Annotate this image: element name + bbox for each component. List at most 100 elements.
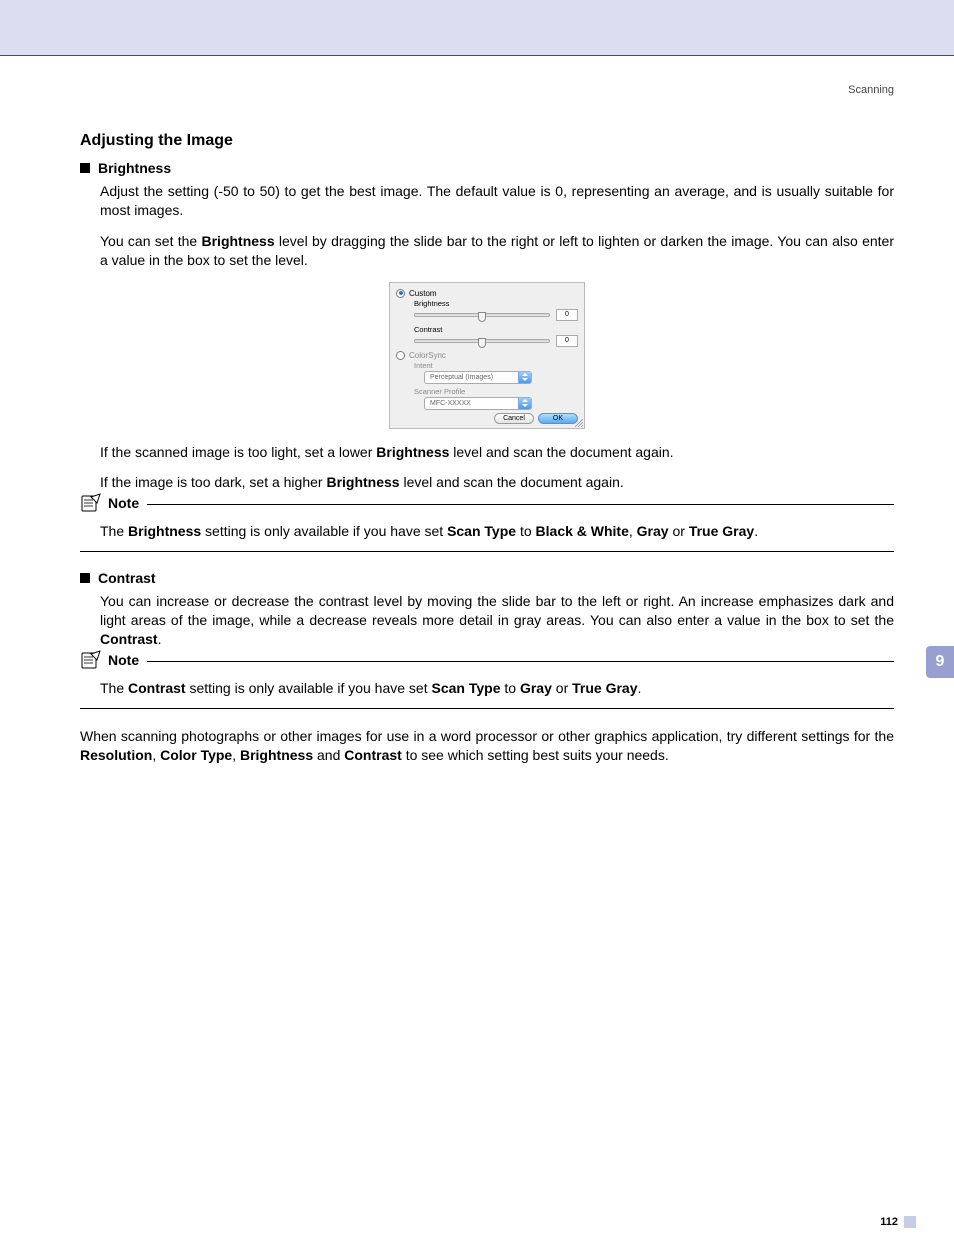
- brightness-heading: Brightness: [80, 160, 894, 176]
- dialog-screenshot: Custom Brightness 0 Contrast 0: [80, 282, 894, 429]
- text: If the scanned image is too light, set a…: [100, 444, 376, 460]
- document-header-bar: [0, 0, 954, 56]
- text: setting is only available if you have se…: [201, 523, 447, 539]
- cancel-button[interactable]: Cancel: [494, 413, 534, 424]
- adjust-image-dialog: Custom Brightness 0 Contrast 0: [389, 282, 585, 429]
- contrast-slider-label: Contrast: [414, 325, 578, 334]
- brightness-slider-label: Brightness: [414, 299, 578, 308]
- text: You can set the: [100, 233, 202, 249]
- text: The: [100, 523, 128, 539]
- brightness-para-2: You can set the Brightness level by drag…: [100, 232, 894, 270]
- custom-radio-label: Custom: [409, 289, 437, 298]
- chapter-tab: 9: [926, 646, 954, 678]
- bold-text: Color Type: [160, 747, 232, 763]
- text: When scanning photographs or other image…: [80, 728, 894, 744]
- dialog-buttons: Cancel OK: [396, 413, 578, 424]
- text: You can increase or decrease the contras…: [100, 593, 894, 628]
- radio-off-icon: [396, 351, 405, 360]
- section-heading: Adjusting the Image: [80, 132, 894, 150]
- brightness-slider[interactable]: [414, 313, 550, 317]
- ok-button[interactable]: OK: [538, 413, 578, 424]
- intent-label: Intent: [414, 361, 578, 370]
- text: .: [638, 680, 642, 696]
- page-number-accent: [904, 1216, 916, 1228]
- scanner-profile-label: Scanner Profile: [414, 387, 578, 396]
- text: ,: [152, 747, 160, 763]
- page-number: 112: [880, 1216, 898, 1228]
- slider-thumb-icon: [478, 312, 486, 322]
- colorsync-radio-row[interactable]: ColorSync: [396, 351, 578, 360]
- text: If the image is too dark, set a higher: [100, 474, 326, 490]
- note-label: Note: [108, 652, 139, 668]
- brightness-slider-section: Brightness 0 Contrast 0: [396, 299, 578, 347]
- note-body-contrast: The Contrast setting is only available i…: [100, 679, 894, 698]
- brightness-para-4: If the image is too dark, set a higher B…: [100, 473, 894, 492]
- bold-text: Gray: [637, 523, 669, 539]
- note-icon: [80, 493, 102, 513]
- text: to: [516, 523, 535, 539]
- dropdown-arrow-icon: [518, 398, 531, 409]
- bold-text: Gray: [520, 680, 552, 696]
- running-head: Scanning: [0, 84, 954, 96]
- scanner-profile-value: MFC-XXXXX: [425, 398, 518, 409]
- text: and: [313, 747, 344, 763]
- bold-text: Brightness: [326, 474, 399, 490]
- text: or: [552, 680, 572, 696]
- bold-text: Brightness: [128, 523, 201, 539]
- note-block-contrast: Note The Contrast setting is only availa…: [80, 661, 894, 709]
- colorsync-block: Intent Perceptual (Images) Scanner Profi…: [396, 361, 578, 410]
- note-block-brightness: Note The Brightness setting is only avai…: [80, 504, 894, 552]
- bold-text: Scan Type: [432, 680, 501, 696]
- note-label: Note: [108, 495, 139, 511]
- brightness-para-1: Adjust the setting (-50 to 50) to get th…: [100, 182, 894, 220]
- contrast-label: Contrast: [98, 570, 156, 586]
- text: The: [100, 680, 128, 696]
- bold-text: Contrast: [128, 680, 186, 696]
- note-icon: [80, 650, 102, 670]
- square-bullet-icon: [80, 573, 90, 583]
- contrast-slider-row: 0: [414, 335, 578, 347]
- bold-text: True Gray: [689, 523, 754, 539]
- scanner-profile-dropdown[interactable]: MFC-XXXXX: [424, 397, 532, 410]
- note-heading: Note: [80, 650, 147, 670]
- bold-text: True Gray: [572, 680, 637, 696]
- content-area: Adjusting the Image Brightness Adjust th…: [0, 132, 954, 765]
- brightness-slider-row: 0: [414, 309, 578, 321]
- brightness-label: Brightness: [98, 160, 171, 176]
- bold-text: Resolution: [80, 747, 152, 763]
- page-wrapper: Scanning Adjusting the Image Brightness …: [0, 56, 954, 765]
- text: level and scan the document again.: [400, 474, 624, 490]
- bold-text: Contrast: [344, 747, 402, 763]
- radio-on-icon: [396, 289, 405, 298]
- contrast-heading: Contrast: [80, 570, 894, 586]
- contrast-para-1: You can increase or decrease the contras…: [100, 592, 894, 649]
- text: level and scan the document again.: [449, 444, 673, 460]
- brightness-value-input[interactable]: 0: [556, 309, 578, 321]
- bold-text: Brightness: [240, 747, 313, 763]
- bold-text: Black & White: [536, 523, 629, 539]
- intent-dropdown[interactable]: Perceptual (Images): [424, 371, 532, 384]
- note-heading: Note: [80, 493, 147, 513]
- contrast-value-input[interactable]: 0: [556, 335, 578, 347]
- slider-thumb-icon: [478, 338, 486, 348]
- bold-text: Brightness: [376, 444, 449, 460]
- text: to see which setting best suits your nee…: [402, 747, 669, 763]
- bold-text: Contrast: [100, 631, 158, 647]
- intent-value: Perceptual (Images): [425, 372, 518, 383]
- text: .: [754, 523, 758, 539]
- custom-radio-row[interactable]: Custom: [396, 289, 578, 298]
- brightness-para-3: If the scanned image is too light, set a…: [100, 443, 894, 462]
- text: .: [158, 631, 162, 647]
- note-body-brightness: The Brightness setting is only available…: [100, 522, 894, 541]
- bold-text: Brightness: [202, 233, 275, 249]
- dropdown-arrow-icon: [518, 372, 531, 383]
- closing-para: When scanning photographs or other image…: [80, 727, 894, 765]
- text: ,: [232, 747, 240, 763]
- text: to: [501, 680, 520, 696]
- text: setting is only available if you have se…: [186, 680, 432, 696]
- colorsync-radio-label: ColorSync: [409, 351, 446, 360]
- resize-grip-icon: [575, 419, 583, 427]
- text: or: [669, 523, 689, 539]
- bold-text: Scan Type: [447, 523, 516, 539]
- contrast-slider[interactable]: [414, 339, 550, 343]
